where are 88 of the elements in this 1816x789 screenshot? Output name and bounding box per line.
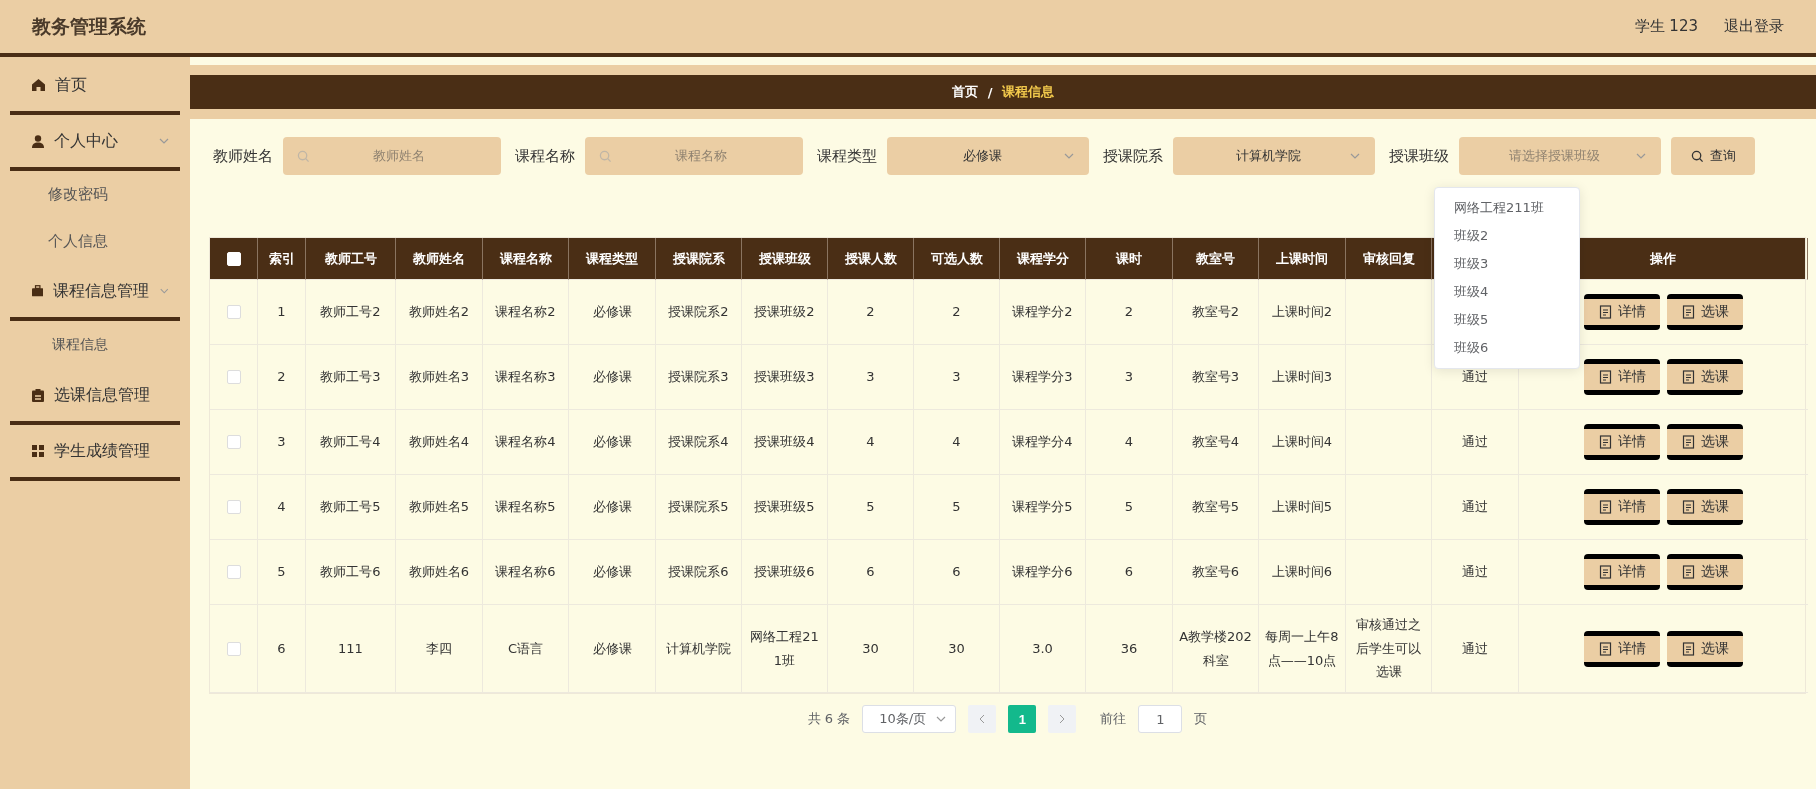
- logout-link[interactable]: 退出登录: [1724, 17, 1784, 36]
- sidebar-item[interactable]: 课程信息管理: [0, 265, 190, 317]
- chevron-right-icon: [1058, 714, 1067, 724]
- enroll-button[interactable]: 选课: [1667, 554, 1743, 590]
- table-cell: 3.0: [1000, 605, 1086, 693]
- document-icon: [1598, 370, 1612, 384]
- user-name: 学生 123: [1634, 17, 1698, 36]
- table-cell: 网络工程211班: [742, 605, 828, 693]
- app-title: 教务管理系统: [32, 13, 146, 39]
- filter-label: 授课班级: [1389, 146, 1449, 166]
- document-icon: [1681, 370, 1695, 384]
- user-icon: [32, 134, 44, 148]
- select-all-checkbox[interactable]: [226, 251, 241, 266]
- dropdown-option[interactable]: 网络工程211班: [1435, 194, 1579, 222]
- filter-label: 授课院系: [1103, 146, 1163, 166]
- grid-icon: [32, 445, 44, 457]
- table-cell: 李四: [396, 605, 483, 693]
- row-checkbox[interactable]: [226, 565, 241, 579]
- filter-label: 课程名称: [515, 146, 575, 166]
- table-cell: 111: [306, 605, 396, 693]
- next-page-button[interactable]: [1048, 705, 1077, 733]
- document-icon: [1681, 305, 1695, 319]
- table-cell: 必修课: [569, 605, 656, 693]
- filter-label: 课程类型: [817, 146, 877, 166]
- sidebar-item[interactable]: 首页: [0, 59, 190, 111]
- breadcrumb-link[interactable]: 首页: [951, 83, 978, 101]
- document-icon: [1598, 565, 1612, 579]
- page-input[interactable]: 1: [1138, 705, 1183, 733]
- table-cell: 30: [828, 605, 914, 693]
- breadcrumb-separator: /: [987, 84, 993, 100]
- details-button[interactable]: 详情: [1584, 359, 1660, 395]
- home-icon: [32, 79, 45, 91]
- breadcrumb-link[interactable]: 课程信息: [1002, 83, 1055, 101]
- sidebar-subitem[interactable]: 个人信息: [0, 218, 190, 265]
- sidebar-item[interactable]: 选课信息管理: [0, 369, 190, 421]
- briefcase-icon: [32, 285, 44, 297]
- enroll-button[interactable]: 选课: [1667, 359, 1743, 395]
- table-cell: 36: [1086, 605, 1173, 693]
- table-cell: 每周一上午8点——10点: [1259, 605, 1346, 693]
- previous-page-button[interactable]: [968, 705, 997, 733]
- total-count: 共 6 条: [807, 710, 851, 728]
- row-checkbox[interactable]: [226, 370, 241, 384]
- page-suffix: 页: [1194, 710, 1208, 728]
- chevron-left-icon: [978, 714, 987, 724]
- document-icon: [1681, 565, 1695, 579]
- enroll-button[interactable]: 选课: [1667, 630, 1743, 667]
- sidebar-item[interactable]: 学生成绩管理: [0, 425, 190, 477]
- table-cell: 通过: [1432, 605, 1519, 693]
- page-size-select[interactable]: 10条/页: [862, 705, 957, 733]
- details-button[interactable]: 详情: [1584, 630, 1660, 667]
- search-icon: [1690, 149, 1704, 163]
- sidebar-subitem[interactable]: 修改密码: [0, 171, 190, 218]
- details-button[interactable]: 详情: [1584, 489, 1660, 525]
- document-icon: [1598, 305, 1612, 319]
- dropdown-option[interactable]: 班级5: [1435, 306, 1579, 334]
- enroll-button[interactable]: 选课: [1667, 294, 1743, 330]
- document-icon: [1598, 435, 1612, 449]
- table-cell: 6: [258, 605, 306, 693]
- document-icon: [1681, 435, 1695, 449]
- select-field[interactable]: 必修课: [887, 137, 1089, 175]
- details-button[interactable]: 详情: [1584, 554, 1660, 590]
- table-cell: C语言: [483, 605, 569, 693]
- document-icon: [1681, 641, 1695, 656]
- details-button[interactable]: 详情: [1584, 294, 1660, 330]
- document-icon: [1681, 500, 1695, 514]
- sidebar-subitem[interactable]: 课程信息: [0, 321, 190, 369]
- table-cell: 审核通过之后学生可以选课: [1346, 605, 1432, 693]
- filter-label: 教师姓名: [213, 146, 273, 166]
- row-checkbox[interactable]: [226, 500, 241, 514]
- sidebar-item[interactable]: 个人中心: [0, 115, 190, 167]
- details-button[interactable]: 详情: [1584, 424, 1660, 460]
- document-icon: [1598, 641, 1612, 656]
- row-checkbox[interactable]: [226, 435, 241, 449]
- enroll-button[interactable]: 选课: [1667, 489, 1743, 525]
- table-cell: A教学楼202科室: [1173, 605, 1259, 693]
- goto-label: 前往: [1100, 710, 1127, 728]
- table-cell: 30: [914, 605, 1000, 693]
- search-icon: [297, 149, 310, 163]
- enroll-button[interactable]: 选课: [1667, 424, 1743, 460]
- search-icon: [599, 149, 612, 163]
- dropdown-option[interactable]: 班级4: [1435, 278, 1579, 306]
- clipboard-icon: [32, 388, 44, 402]
- select-field[interactable]: 计算机学院: [1173, 137, 1375, 175]
- table-cell: 计算机学院: [656, 605, 742, 693]
- search-button[interactable]: 查询: [1671, 137, 1755, 175]
- row-checkbox[interactable]: [226, 641, 241, 656]
- row-checkbox[interactable]: [226, 305, 241, 319]
- document-icon: [1598, 500, 1612, 514]
